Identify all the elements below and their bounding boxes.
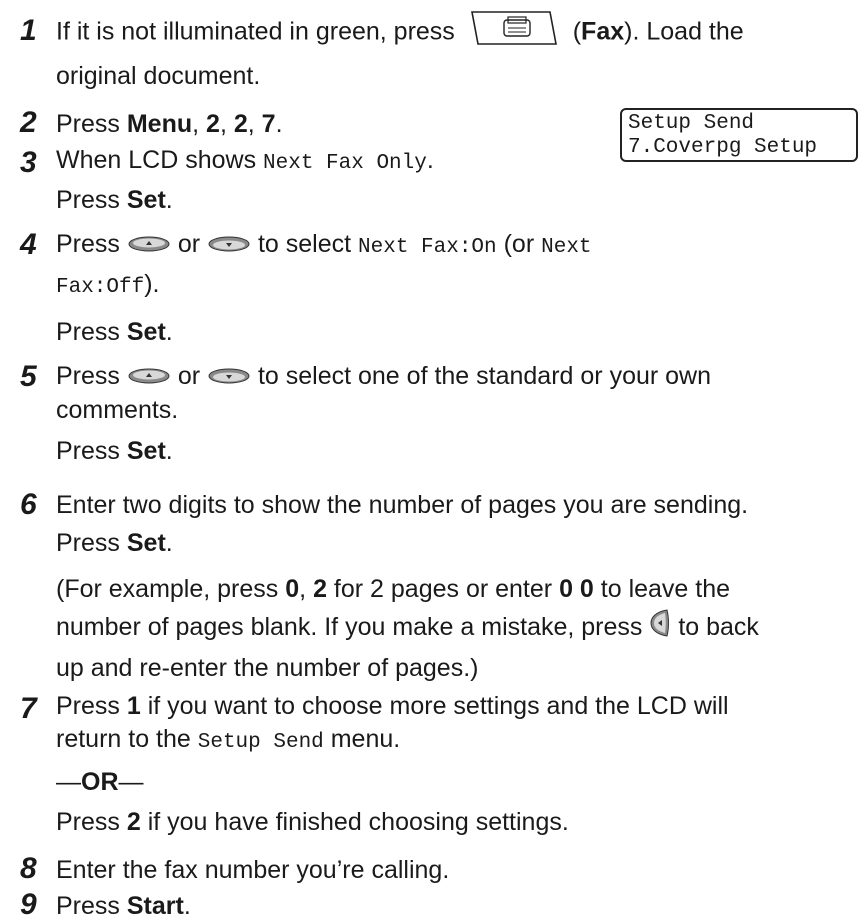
fax-key-label: Fax: [581, 17, 625, 46]
step-text: If it is not illuminated in green, press: [56, 17, 455, 46]
step-number: 4: [20, 228, 37, 261]
step-number: 2: [20, 106, 37, 139]
step-text: original document.: [56, 62, 261, 90]
start-key-label: Start: [126, 892, 184, 920]
left-arrow-round-key-icon: [649, 608, 671, 649]
set-key-label: Set: [126, 437, 166, 466]
step-number: 7: [20, 692, 37, 725]
menu-key-label: Menu: [126, 110, 193, 138]
step-number: 6: [20, 488, 37, 521]
step-number: 8: [20, 852, 37, 885]
up-arrow-oval-key-icon: [127, 359, 171, 395]
step-number: 3: [20, 146, 37, 179]
down-arrow-oval-key-icon: [207, 227, 251, 263]
lcd-text: Next Fax Only: [263, 152, 427, 175]
lcd-text: Next: [541, 236, 592, 259]
or-separator: —OR—: [56, 768, 144, 796]
up-arrow-oval-key-icon: [127, 227, 171, 263]
step-number: 5: [20, 360, 37, 393]
lcd-text: Fax:Off: [56, 276, 145, 299]
set-key-label: Set: [126, 529, 166, 557]
set-key-label: Set: [126, 186, 166, 214]
set-key-label: Set: [126, 318, 166, 346]
step-number: 1: [20, 14, 37, 47]
lcd-text: Setup Send: [197, 731, 324, 754]
down-arrow-oval-key-icon: [207, 359, 251, 395]
step-number: 9: [20, 888, 37, 921]
fax-icon: [468, 8, 560, 58]
lcd-text: Next Fax:On: [358, 236, 497, 259]
